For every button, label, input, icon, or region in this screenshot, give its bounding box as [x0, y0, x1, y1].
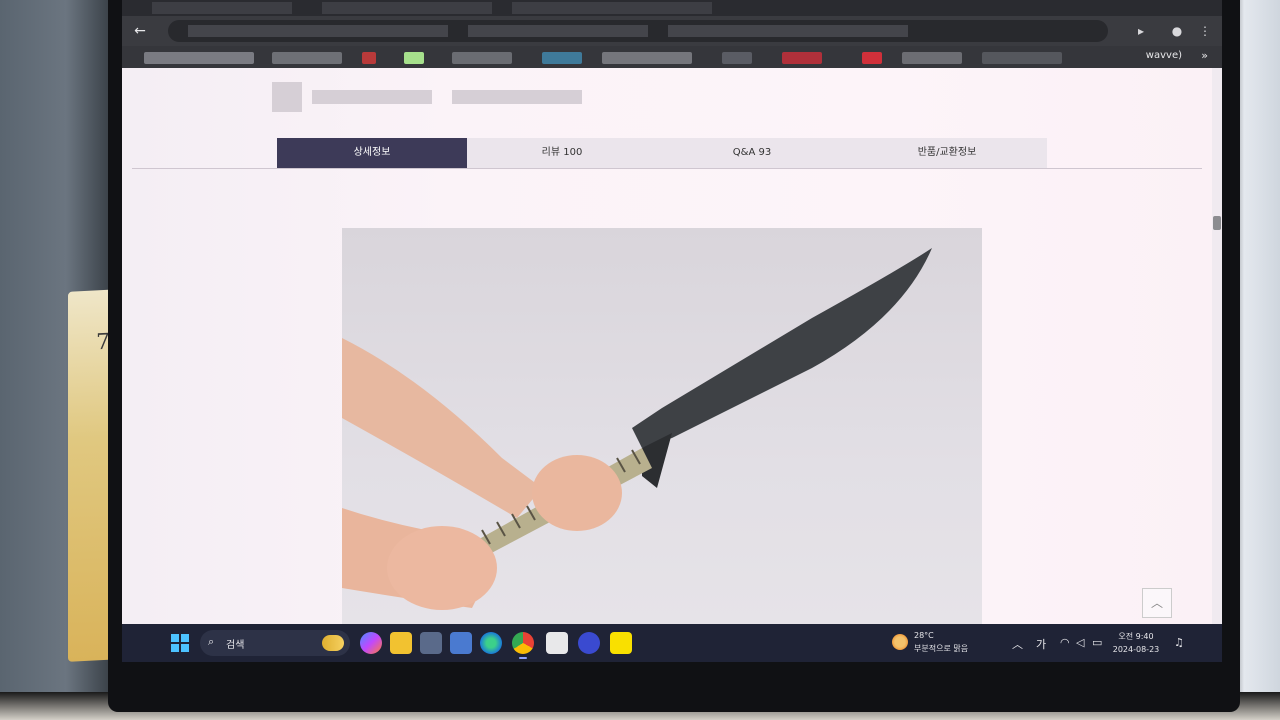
clock-time: 오전 9:40: [1118, 632, 1154, 641]
menu-icon[interactable]: ⋮: [1196, 22, 1214, 40]
address-text-blurred: [668, 25, 908, 37]
ime-indicator[interactable]: 가: [1036, 636, 1046, 652]
browser-tab-strip: [122, 0, 1222, 16]
wifi-icon[interactable]: ◠: [1060, 636, 1070, 649]
weather-sun-icon: [892, 634, 908, 650]
tab-reviews[interactable]: 리뷰 100: [467, 138, 657, 168]
bookmark-item[interactable]: [272, 52, 342, 64]
weather-widget[interactable]: 28°C 부분적으로 맑음: [892, 630, 992, 658]
file-explorer-icon[interactable]: [390, 632, 412, 654]
page-scrollbar[interactable]: [1212, 68, 1222, 624]
browser-toolbar: ← ▸ ● ⋮: [122, 16, 1222, 46]
chevron-up-icon[interactable]: ︿: [1012, 636, 1023, 652]
machete-illustration: [342, 248, 932, 610]
windows-start-icon[interactable]: [170, 633, 190, 653]
browser-tab[interactable]: [152, 2, 292, 14]
header-blur: [272, 82, 302, 112]
page-header-blurred: [272, 78, 592, 118]
bookmark-item[interactable]: [362, 52, 376, 64]
notepad-icon[interactable]: [450, 632, 472, 654]
bookmark-item[interactable]: [862, 52, 882, 64]
bookmark-item[interactable]: [542, 52, 582, 64]
blocked-app-icon[interactable]: [578, 632, 600, 654]
bookmark-item[interactable]: [404, 52, 424, 64]
scrollbar-thumb[interactable]: [1213, 216, 1221, 230]
browser-tab[interactable]: [512, 2, 712, 14]
extension-icon[interactable]: ▸: [1132, 22, 1150, 40]
product-image: [342, 228, 982, 624]
bookmark-item[interactable]: [144, 52, 254, 64]
product-page: 상세정보 리뷰 100 Q&A 93 반품/교환정보 ︿: [122, 68, 1212, 624]
taskbar-search[interactable]: ⌕ 검색: [200, 630, 350, 656]
weather-temperature: 28°C: [914, 631, 934, 640]
search-highlight-icon: [322, 635, 344, 651]
notification-bell-icon[interactable]: ♫: [1174, 636, 1184, 649]
tab-qna[interactable]: Q&A 93: [657, 138, 847, 168]
kakaotalk-icon[interactable]: [610, 632, 632, 654]
tab-return-exchange[interactable]: 반품/교환정보: [847, 138, 1047, 168]
address-text-blurred: [468, 25, 648, 37]
scroll-to-top-button[interactable]: ︿: [1142, 588, 1172, 618]
bookmark-wavve[interactable]: wavve): [1146, 50, 1182, 61]
header-blur: [452, 90, 582, 104]
search-label: 검색: [226, 640, 245, 651]
weather-condition: 부분적으로 맑음: [914, 644, 969, 653]
header-blur: [312, 90, 432, 104]
address-text-blurred: [188, 25, 448, 37]
bookmarks-bar: wavve) »: [122, 46, 1222, 68]
taskbar-clock[interactable]: 오전 9:40 2024-08-23: [1106, 630, 1166, 656]
battery-icon[interactable]: ▭: [1092, 636, 1102, 649]
bookmark-item[interactable]: [982, 52, 1062, 64]
back-button[interactable]: ←: [130, 21, 150, 41]
bookmark-item[interactable]: [452, 52, 512, 64]
profile-icon[interactable]: ●: [1168, 22, 1186, 40]
clock-date: 2024-08-23: [1112, 645, 1160, 654]
calendar-app-icon[interactable]: [546, 632, 568, 654]
browser-tab[interactable]: [322, 2, 492, 14]
chrome-icon[interactable]: [512, 632, 534, 659]
volume-icon[interactable]: ◁: [1076, 636, 1084, 649]
bookmark-item[interactable]: [722, 52, 752, 64]
screen: ← ▸ ● ⋮ wavve) » 상세정보 리뷰 100 Q&A 93 반품/교…: [122, 0, 1222, 662]
tab-detail[interactable]: 상세정보: [277, 138, 467, 168]
calculator-icon[interactable]: [420, 632, 442, 654]
tabs-divider: [132, 168, 1202, 169]
edge-icon[interactable]: [480, 632, 502, 654]
windows-taskbar: ⌕ 검색 28°C 부분적으로 맑음 ︿ 가 ◠ ◁ ▭ 오전 9:40 202…: [122, 624, 1222, 662]
bookmark-item[interactable]: [902, 52, 962, 64]
copilot-icon[interactable]: [360, 632, 382, 654]
address-bar[interactable]: [168, 20, 1108, 42]
bookmark-item[interactable]: [602, 52, 692, 64]
bookmark-item[interactable]: [782, 52, 822, 64]
more-bookmarks-icon[interactable]: »: [1201, 49, 1208, 62]
product-tabs: 상세정보 리뷰 100 Q&A 93 반품/교환정보: [277, 138, 1047, 168]
search-icon: ⌕: [208, 635, 215, 648]
